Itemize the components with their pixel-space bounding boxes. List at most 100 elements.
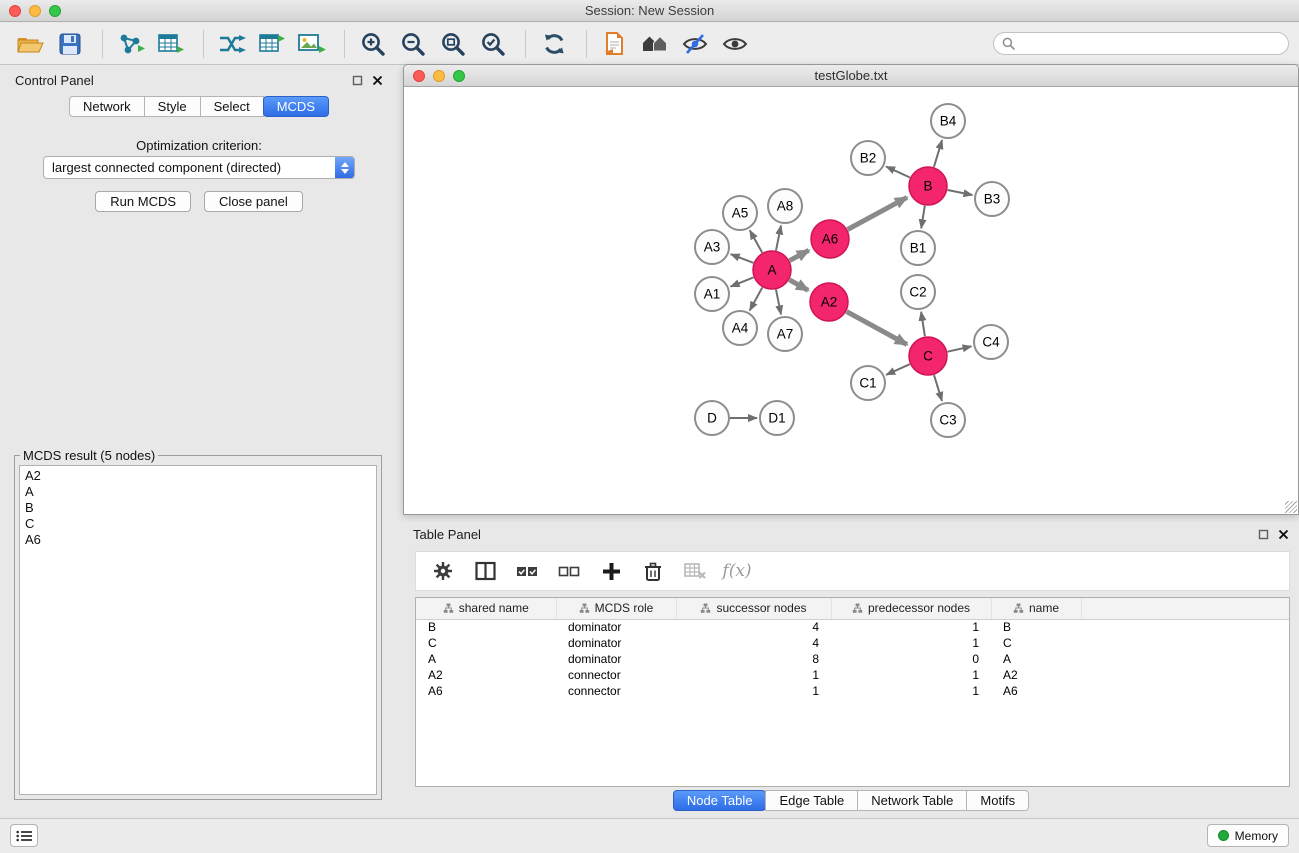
- close-mcds-panel-button[interactable]: Close panel: [204, 191, 303, 212]
- float-panel-button[interactable]: [349, 72, 365, 88]
- import-network-button[interactable]: [113, 27, 149, 61]
- zoom-in-button[interactable]: [355, 27, 391, 61]
- save-session-button[interactable]: [52, 27, 88, 61]
- network-node-A[interactable]: A: [753, 251, 791, 289]
- network-node-A7[interactable]: A7: [768, 317, 802, 351]
- zoom-out-button[interactable]: [395, 27, 431, 61]
- optimization-criterion-select[interactable]: largest connected component (directed): [43, 156, 355, 179]
- export-document-button[interactable]: [597, 27, 633, 61]
- tab-network[interactable]: Network: [69, 96, 145, 117]
- network-edge-A-A6[interactable]: [790, 250, 809, 260]
- delete-table-button[interactable]: [678, 555, 712, 587]
- network-node-B4[interactable]: B4: [931, 104, 965, 138]
- table-row[interactable]: A2connector11A2: [416, 667, 1289, 683]
- close-table-panel-button[interactable]: [1275, 526, 1291, 542]
- mcds-result-list[interactable]: A2ABCA6: [19, 465, 377, 795]
- network-node-A2[interactable]: A2: [810, 283, 848, 321]
- network-node-C4[interactable]: C4: [974, 325, 1008, 359]
- tab-style[interactable]: Style: [144, 96, 201, 117]
- run-mcds-button[interactable]: Run MCDS: [95, 191, 191, 212]
- zoom-fit-button[interactable]: [435, 27, 471, 61]
- zoom-window-button[interactable]: [49, 5, 61, 17]
- network-canvas[interactable]: B4 B2 B B3 A8 A5 A6 A3 B1 A C2 A1 A2 A4 A7 C4 C C1 D D1 C3: [404, 87, 1298, 514]
- network-node-B1[interactable]: B1: [901, 231, 935, 265]
- network-edge-A-A4[interactable]: [750, 288, 763, 311]
- network-node-A8[interactable]: A8: [768, 189, 802, 223]
- mcds-result-item[interactable]: B: [25, 500, 371, 516]
- close-window-button[interactable]: [9, 5, 21, 17]
- network-edge-B-B4[interactable]: [934, 140, 942, 167]
- column-header-shared-name[interactable]: shared name: [416, 598, 556, 619]
- network-edge-C-C4[interactable]: [948, 346, 972, 351]
- show-columns-button[interactable]: [468, 555, 502, 587]
- network-node-D[interactable]: D: [695, 401, 729, 435]
- tab-select[interactable]: Select: [200, 96, 264, 117]
- export-image-button[interactable]: [294, 27, 330, 61]
- network-edge-A-A7[interactable]: [776, 290, 781, 315]
- mcds-result-item[interactable]: A6: [25, 532, 371, 548]
- add-column-button[interactable]: [594, 555, 628, 587]
- function-builder-button[interactable]: f(x): [720, 555, 754, 587]
- table-row[interactable]: A6connector11A6: [416, 683, 1289, 699]
- network-edge-C-C1[interactable]: [886, 364, 910, 375]
- network-node-C1[interactable]: C1: [851, 366, 885, 400]
- network-edge-A-A8[interactable]: [776, 226, 781, 251]
- search-box[interactable]: [993, 32, 1289, 55]
- network-edge-C-C3[interactable]: [934, 375, 942, 401]
- import-table-button[interactable]: [153, 27, 189, 61]
- tab-mcds[interactable]: MCDS: [263, 96, 329, 117]
- network-edge-A-A2[interactable]: [789, 280, 808, 291]
- deselect-all-button[interactable]: [552, 555, 586, 587]
- search-input[interactable]: [1020, 37, 1280, 51]
- mcds-result-item[interactable]: A2: [25, 468, 371, 484]
- network-node-D1[interactable]: D1: [760, 401, 794, 435]
- network-edge-A-A5[interactable]: [750, 230, 762, 252]
- export-table-button[interactable]: [254, 27, 290, 61]
- tab-node-table[interactable]: Node Table: [673, 790, 767, 811]
- close-network-window-button[interactable]: [413, 70, 425, 82]
- refresh-view-button[interactable]: [536, 27, 572, 61]
- network-node-A6[interactable]: A6: [811, 220, 849, 258]
- network-node-A1[interactable]: A1: [695, 277, 729, 311]
- tab-edge-table[interactable]: Edge Table: [765, 790, 858, 811]
- mcds-result-item[interactable]: A: [25, 484, 371, 500]
- network-edge-A6-B[interactable]: [848, 197, 907, 229]
- network-edge-A2-C[interactable]: [847, 312, 907, 345]
- network-node-C3[interactable]: C3: [931, 403, 965, 437]
- zoom-selected-button[interactable]: [475, 27, 511, 61]
- open-session-button[interactable]: [12, 27, 48, 61]
- table-row[interactable]: Cdominator41C: [416, 635, 1289, 651]
- network-node-A4[interactable]: A4: [723, 311, 757, 345]
- tab-network-table[interactable]: Network Table: [857, 790, 967, 811]
- mcds-result-item[interactable]: C: [25, 516, 371, 532]
- network-node-A3[interactable]: A3: [695, 230, 729, 264]
- resize-grip-icon[interactable]: [1285, 501, 1297, 513]
- close-panel-button[interactable]: [369, 72, 385, 88]
- zoom-network-window-button[interactable]: [453, 70, 465, 82]
- graphics-details-button[interactable]: [677, 27, 713, 61]
- tab-motifs[interactable]: Motifs: [966, 790, 1029, 811]
- network-node-C[interactable]: C: [909, 337, 947, 375]
- network-node-B3[interactable]: B3: [975, 182, 1009, 216]
- network-node-B[interactable]: B: [909, 167, 947, 205]
- network-node-B2[interactable]: B2: [851, 141, 885, 175]
- welcome-screen-button[interactable]: [637, 27, 673, 61]
- network-graph[interactable]: B4 B2 B B3 A8 A5 A6 A3 B1 A C2 A1 A2 A4 A7 C4 C C1 D D1 C3: [404, 87, 1298, 514]
- network-edge-A-A3[interactable]: [731, 254, 754, 263]
- network-edge-C-C2[interactable]: [921, 312, 925, 336]
- table-row[interactable]: Bdominator41B: [416, 619, 1289, 635]
- column-header-successor-nodes[interactable]: successor nodes: [676, 598, 831, 619]
- column-header-mcds-role[interactable]: MCDS role: [556, 598, 676, 619]
- float-table-panel-button[interactable]: [1255, 526, 1271, 542]
- memory-button[interactable]: Memory: [1207, 824, 1289, 847]
- network-edge-B-B2[interactable]: [886, 167, 910, 178]
- birdseye-button[interactable]: [717, 27, 753, 61]
- minimize-network-window-button[interactable]: [433, 70, 445, 82]
- network-node-C2[interactable]: C2: [901, 275, 935, 309]
- table-mode-button[interactable]: [426, 555, 460, 587]
- network-edge-B-B3[interactable]: [948, 190, 973, 195]
- select-all-button[interactable]: [510, 555, 544, 587]
- network-node-A5[interactable]: A5: [723, 196, 757, 230]
- table-row[interactable]: Adominator80A: [416, 651, 1289, 667]
- column-header-name[interactable]: name: [991, 598, 1081, 619]
